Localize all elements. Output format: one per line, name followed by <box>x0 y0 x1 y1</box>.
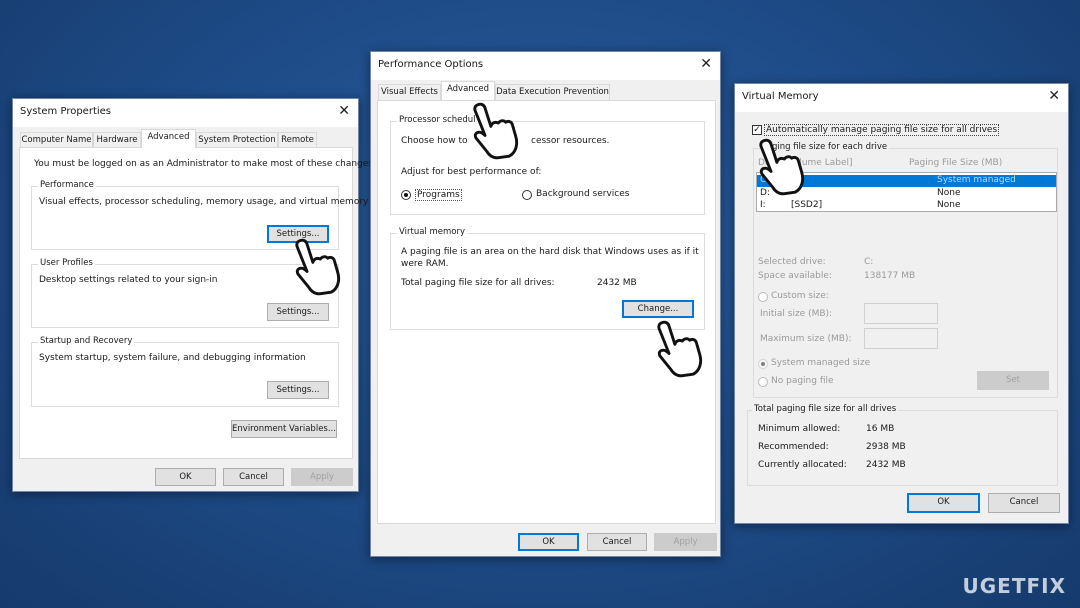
ok-button[interactable]: OK <box>155 468 216 486</box>
tab-computer-name[interactable]: Computer Name <box>20 132 93 148</box>
programs-radio[interactable] <box>401 190 411 200</box>
vm-desc-2: were RAM. <box>401 259 449 269</box>
cancel-button[interactable]: Cancel <box>223 468 284 486</box>
apply-button[interactable]: Apply <box>654 533 717 551</box>
tab-advanced[interactable]: Advanced <box>141 129 196 148</box>
title-bar: Performance Options ✕ <box>371 52 720 80</box>
title-bar: System Properties ✕ <box>13 99 358 127</box>
no-paging-radio[interactable] <box>758 377 768 387</box>
space-available-label: Space available: <box>758 271 832 281</box>
recommended-value: 2938 MB <box>866 442 906 452</box>
tab-visual-effects[interactable]: Visual Effects <box>378 84 441 100</box>
maximum-size-input[interactable] <box>864 328 938 349</box>
dialog-title: Performance Options <box>378 59 484 70</box>
recommended-label: Recommended: <box>758 442 829 452</box>
startup-desc: System startup, system failure, and debu… <box>39 353 306 363</box>
no-paging-label[interactable]: No paging file <box>771 376 834 386</box>
adjust-label: Adjust for best performance of: <box>401 167 542 177</box>
minimum-allowed-value: 16 MB <box>866 424 895 434</box>
selected-drive-label: Selected drive: <box>758 257 826 267</box>
auto-manage-checkbox[interactable]: ✓ <box>752 125 762 135</box>
admin-note: You must be logged on as an Administrato… <box>34 159 376 169</box>
custom-size-label[interactable]: Custom size: <box>771 291 829 301</box>
initial-size-input[interactable] <box>864 303 938 324</box>
system-managed-radio[interactable] <box>758 359 768 369</box>
selected-drive-value: C: <box>864 257 874 267</box>
drive-size: None <box>937 188 961 198</box>
startup-recovery-group: Startup and Recovery System startup, sys… <box>31 336 339 407</box>
column-size: Paging File Size (MB) <box>909 158 1003 168</box>
tab-panel: You must be logged on as an Administrato… <box>19 147 376 459</box>
maximum-size-label: Maximum size (MB): <box>760 334 852 344</box>
cancel-button[interactable]: Cancel <box>587 533 647 551</box>
tab-hardware[interactable]: Hardware <box>93 132 141 148</box>
environment-variables-button[interactable]: Environment Variables... <box>231 420 337 438</box>
close-icon[interactable]: ✕ <box>338 103 350 119</box>
tab-advanced[interactable]: Advanced <box>441 81 495 100</box>
user-profiles-desc: Desktop settings related to your sign-in <box>39 275 218 285</box>
group-label: Total paging file size for all drives <box>752 404 899 414</box>
drive-size: System managed <box>937 175 1016 185</box>
group-label: Virtual memory <box>397 227 467 237</box>
ok-button[interactable]: OK <box>907 493 980 513</box>
total-paging-value: 2432 MB <box>597 278 637 288</box>
tab-data-execution-prevention[interactable]: Data Execution Prevention <box>495 84 610 100</box>
minimum-allowed-label: Minimum allowed: <box>758 424 841 434</box>
background-services-radio[interactable] <box>522 190 532 200</box>
virtual-memory-group: Virtual memory A paging file is an area … <box>390 227 705 330</box>
change-button[interactable]: Change... <box>622 300 694 318</box>
watermark-logo: UGETFIX <box>962 574 1066 598</box>
processor-scheduling-group: Processor schedul Choose how to cessor r… <box>390 115 705 215</box>
group-label: User Profiles <box>38 258 95 268</box>
performance-desc: Visual effects, processor scheduling, me… <box>39 197 369 207</box>
hand-pointer-icon <box>295 238 341 296</box>
processor-desc-right: cessor resources. <box>531 136 610 146</box>
currently-allocated-value: 2432 MB <box>866 460 906 470</box>
close-icon[interactable]: ✕ <box>700 56 712 72</box>
user-profiles-settings-button[interactable]: Settings... <box>267 303 329 321</box>
close-icon[interactable]: ✕ <box>1048 88 1060 104</box>
tab-system-protection[interactable]: System Protection <box>196 132 278 148</box>
processor-desc-left: Choose how to <box>401 136 468 146</box>
background-services-label[interactable]: Background services <box>536 189 629 199</box>
set-button[interactable]: Set <box>977 371 1049 390</box>
drive-size: None <box>937 200 961 210</box>
system-managed-label[interactable]: System managed size <box>771 358 870 368</box>
currently-allocated-label: Currently allocated: <box>758 460 847 470</box>
startup-settings-button[interactable]: Settings... <box>267 381 329 399</box>
programs-label[interactable]: Programs <box>415 189 462 201</box>
tab-panel: Processor schedul Choose how to cessor r… <box>377 100 716 524</box>
total-paging-label: Total paging file size for all drives: <box>401 278 555 288</box>
dialog-title: System Properties <box>20 106 112 117</box>
performance-options-dialog: Performance Options ✕ Visual Effects Adva… <box>370 51 721 557</box>
auto-manage-label[interactable]: Automatically manage paging file size fo… <box>764 124 1000 136</box>
apply-button[interactable]: Apply <box>291 468 353 486</box>
custom-size-radio[interactable] <box>758 292 768 302</box>
initial-size-label: Initial size (MB): <box>760 309 833 319</box>
title-bar: Virtual Memory ✕ <box>735 84 1068 112</box>
dialog-title: Virtual Memory <box>742 91 819 102</box>
hand-pointer-icon <box>473 102 519 160</box>
hand-pointer-icon <box>759 138 805 196</box>
group-label: Startup and Recovery <box>38 336 135 346</box>
totals-group: Total paging file size for all drives Mi… <box>747 404 1058 486</box>
cancel-button[interactable]: Cancel <box>988 493 1060 513</box>
tab-remote[interactable]: Remote <box>278 132 317 148</box>
hand-pointer-icon <box>657 320 703 378</box>
ok-button[interactable]: OK <box>518 533 579 551</box>
space-available-value: 138177 MB <box>864 271 916 281</box>
vm-desc-1: A paging file is an area on the hard dis… <box>401 247 699 257</box>
group-label: Performance <box>38 180 96 190</box>
